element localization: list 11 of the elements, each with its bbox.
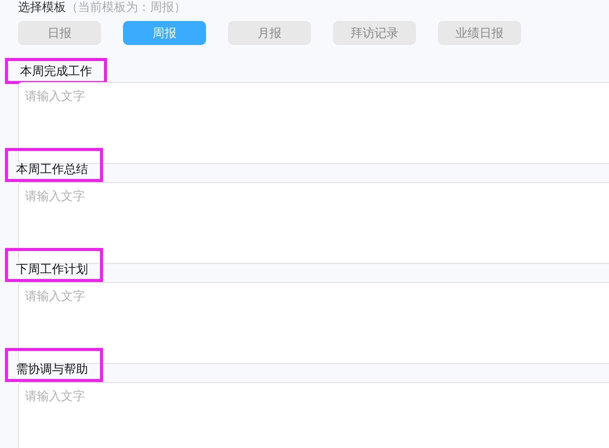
input-field[interactable]: 请输入文字	[18, 182, 609, 264]
template-tab[interactable]: 周报	[123, 21, 206, 45]
input-field[interactable]: 请输入文字	[18, 82, 609, 164]
template-tab[interactable]: 月报	[228, 21, 311, 45]
template-label: 选择模板	[18, 0, 66, 14]
current-template-note: （当前模板为：周报）	[66, 0, 186, 14]
template-tab[interactable]: 拜访记录	[333, 21, 416, 45]
template-tab[interactable]: 业绩日报	[438, 21, 521, 45]
input-field[interactable]: 请输入文字	[18, 382, 609, 448]
input-field[interactable]: 请输入文字	[18, 282, 609, 364]
template-tab[interactable]: 日报	[18, 21, 101, 45]
